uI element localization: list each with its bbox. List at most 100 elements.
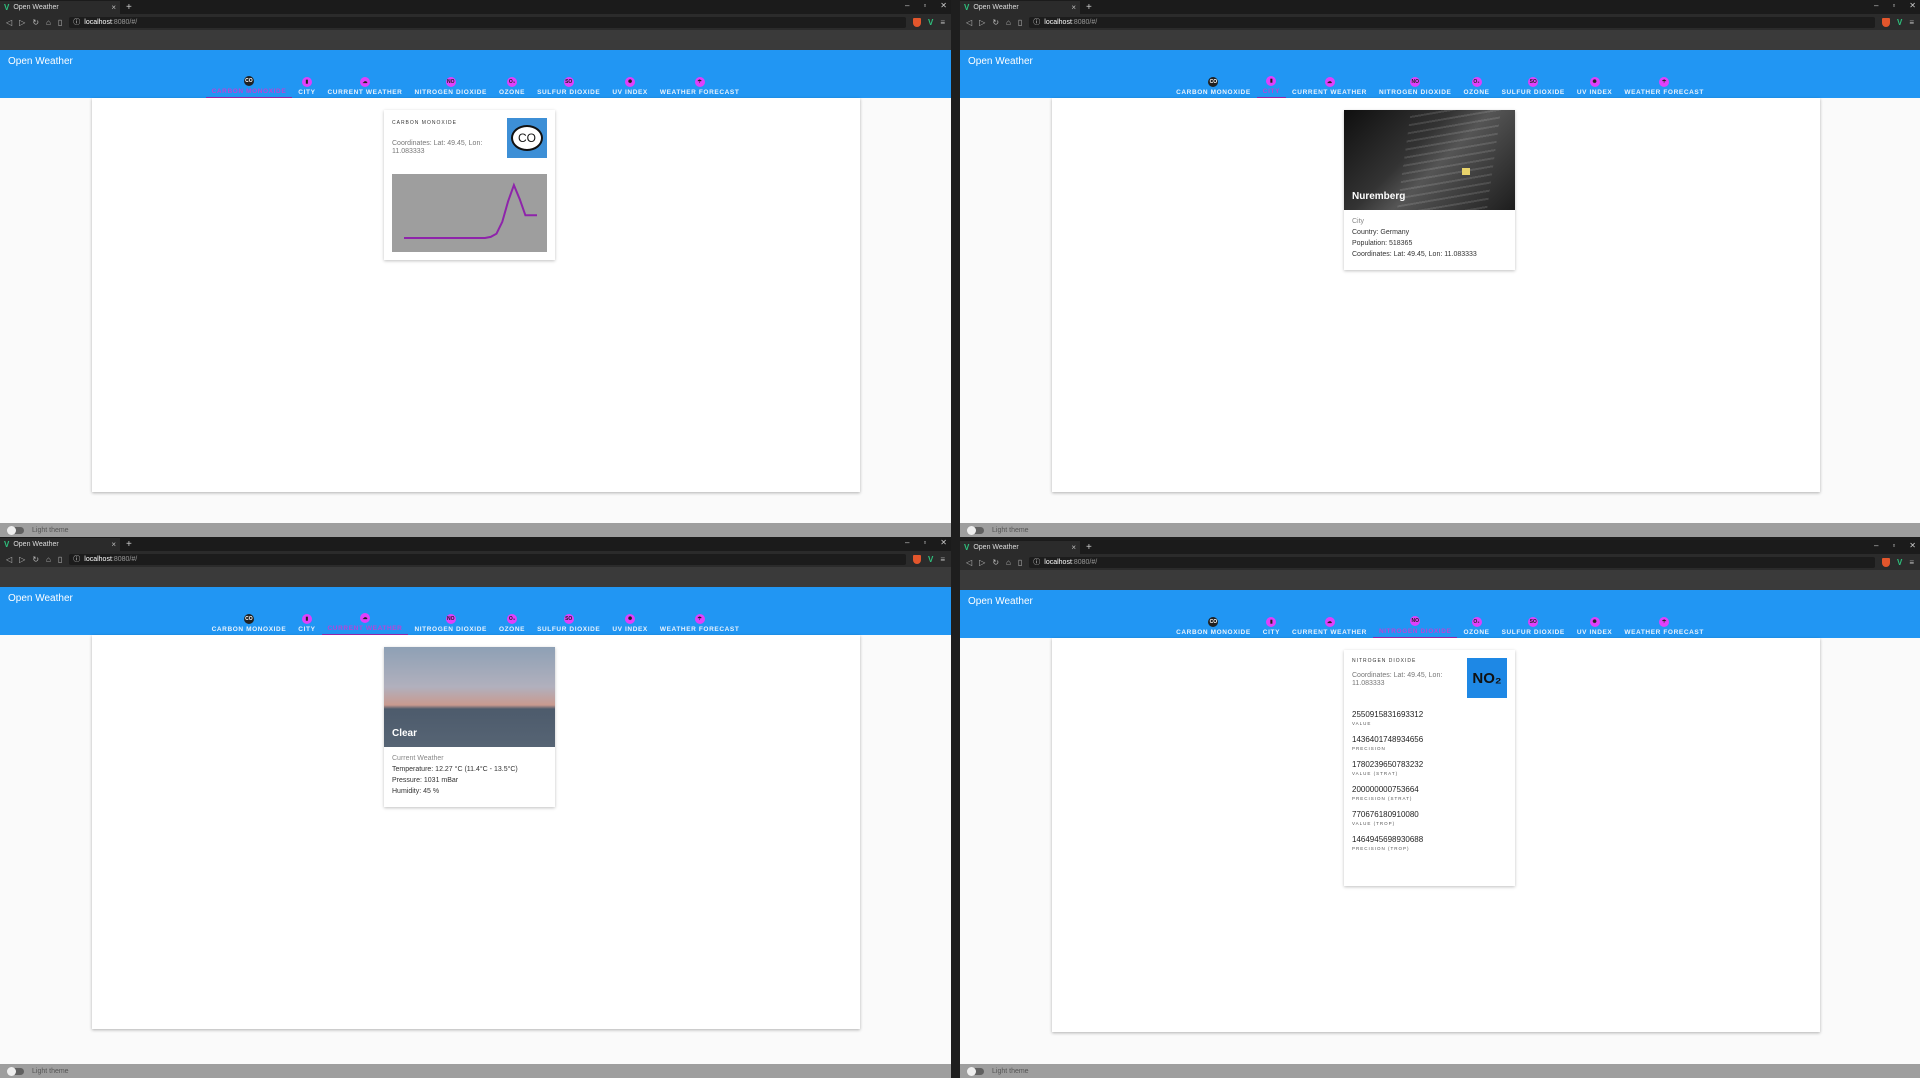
- home-icon[interactable]: ⌂: [1006, 558, 1011, 567]
- close-tab-icon[interactable]: ×: [111, 3, 116, 12]
- minimize-button[interactable]: –: [905, 538, 909, 547]
- browser-tab[interactable]: V Open Weather ×: [960, 541, 1080, 554]
- tab-ozone[interactable]: O₃ OZONE: [493, 72, 531, 98]
- new-tab-button[interactable]: +: [126, 1, 132, 14]
- close-tab-icon[interactable]: ×: [1071, 543, 1076, 552]
- content-panel: NITROGEN DIOXIDE Coordinates: Lat: 49.45…: [1052, 638, 1820, 1032]
- brave-shield-icon[interactable]: [1881, 557, 1890, 567]
- tab-uv-index[interactable]: ✺ UV INDEX: [606, 72, 654, 98]
- tab-ozone[interactable]: O₃ OZONE: [1457, 612, 1495, 638]
- browser-tab[interactable]: V Open Weather ×: [0, 1, 120, 14]
- tab-sulfur-dioxide[interactable]: SO SULFUR DIOXIDE: [531, 609, 606, 635]
- brave-shield-icon[interactable]: [912, 554, 921, 564]
- browser-tab[interactable]: V Open Weather ×: [0, 538, 120, 551]
- tab-nitrogen-dioxide[interactable]: NO NITROGEN DIOXIDE: [408, 72, 492, 98]
- theme-toggle[interactable]: [967, 525, 984, 535]
- tab-ozone[interactable]: O₃ OZONE: [493, 609, 531, 635]
- menu-icon[interactable]: ≡: [940, 555, 945, 564]
- brave-shield-icon[interactable]: [1881, 17, 1890, 27]
- forecast-icon: ☂: [1659, 617, 1670, 627]
- tab-ozone[interactable]: O₃ OZONE: [1457, 72, 1495, 98]
- bookmark-icon[interactable]: ▯: [1018, 18, 1022, 27]
- menu-icon[interactable]: ≡: [1909, 558, 1914, 567]
- tab-weather-forecast[interactable]: ☂ WEATHER FORECAST: [654, 609, 746, 635]
- tab-carbon-monoxide[interactable]: CO CARBON MONOXIDE: [1170, 612, 1257, 638]
- bookmark-icon[interactable]: ▯: [58, 555, 62, 564]
- close-window-button[interactable]: ✕: [940, 538, 947, 547]
- tab-carbon-monoxide[interactable]: CO CARBON MONOXIDE: [206, 609, 293, 635]
- tab-carbon-monoxide[interactable]: CO CARBON MONOXIDE: [1170, 72, 1257, 98]
- tab-carbon-monoxide[interactable]: CO CARBON MONOXIDE: [205, 72, 293, 98]
- menu-icon[interactable]: ≡: [1909, 18, 1914, 27]
- forward-icon[interactable]: ▷: [979, 18, 985, 27]
- menu-icon[interactable]: ≡: [940, 18, 945, 27]
- vue-devtools-icon[interactable]: V: [928, 18, 933, 27]
- back-icon[interactable]: ◁: [966, 18, 972, 27]
- tab-sulfur-dioxide[interactable]: SO SULFUR DIOXIDE: [531, 72, 606, 98]
- tab-current-weather[interactable]: ☁ CURRENT WEATHER: [322, 72, 409, 98]
- forward-icon[interactable]: ▷: [19, 18, 25, 27]
- tab-uv-index[interactable]: ✺ UV INDEX: [1571, 72, 1619, 98]
- minimize-button[interactable]: –: [1874, 1, 1878, 10]
- new-tab-button[interactable]: +: [1086, 1, 1092, 14]
- tab-sulfur-dioxide[interactable]: SO SULFUR DIOXIDE: [1496, 72, 1571, 98]
- browser-tab[interactable]: V Open Weather ×: [960, 1, 1080, 14]
- city-icon: ▮: [1266, 617, 1277, 627]
- reload-icon[interactable]: ↻: [992, 558, 999, 567]
- tab-weather-forecast[interactable]: ☂ WEATHER FORECAST: [654, 72, 746, 98]
- maximize-button[interactable]: ▫: [923, 1, 926, 10]
- reload-icon[interactable]: ↻: [32, 555, 39, 564]
- minimize-button[interactable]: –: [905, 1, 909, 10]
- tab-weather-forecast[interactable]: ☂ WEATHER FORECAST: [1618, 612, 1710, 638]
- tab-city[interactable]: ▮ CITY: [292, 72, 321, 98]
- tab-uv-index[interactable]: ✺ UV INDEX: [606, 609, 654, 635]
- back-icon[interactable]: ◁: [6, 18, 12, 27]
- tab-city[interactable]: ▮ CITY: [1257, 612, 1286, 638]
- brave-shield-icon[interactable]: [912, 17, 921, 27]
- maximize-button[interactable]: ▫: [923, 538, 926, 547]
- url-input[interactable]: ⓘ localhost:8080/#/: [69, 16, 906, 28]
- tab-current-weather[interactable]: ☁ CURRENT WEATHER: [321, 609, 409, 635]
- close-window-button[interactable]: ✕: [1909, 541, 1916, 550]
- tab-weather-forecast[interactable]: ☂ WEATHER FORECAST: [1618, 72, 1710, 98]
- tab-sulfur-dioxide[interactable]: SO SULFUR DIOXIDE: [1496, 612, 1571, 638]
- tab-city[interactable]: ▮ CITY: [292, 609, 321, 635]
- vue-devtools-icon[interactable]: V: [928, 555, 933, 564]
- tab-uv-index[interactable]: ✺ UV INDEX: [1571, 612, 1619, 638]
- forward-icon[interactable]: ▷: [979, 558, 985, 567]
- tab-nitrogen-dioxide[interactable]: NO NITROGEN DIOXIDE: [1373, 72, 1457, 98]
- url-input[interactable]: ⓘ localhost:8080/#/: [1029, 556, 1875, 568]
- maximize-button[interactable]: ▫: [1892, 541, 1895, 550]
- theme-toggle[interactable]: [967, 1066, 984, 1076]
- reload-icon[interactable]: ↻: [992, 18, 999, 27]
- back-icon[interactable]: ◁: [966, 558, 972, 567]
- new-tab-button[interactable]: +: [1086, 541, 1092, 554]
- tab-nitrogen-dioxide[interactable]: NO NITROGEN DIOXIDE: [408, 609, 492, 635]
- theme-toggle[interactable]: [7, 1066, 24, 1076]
- co-line-chart: [404, 182, 537, 239]
- new-tab-button[interactable]: +: [126, 538, 132, 551]
- home-icon[interactable]: ⌂: [46, 555, 51, 564]
- tab-current-weather[interactable]: ☁ CURRENT WEATHER: [1286, 72, 1373, 98]
- home-icon[interactable]: ⌂: [46, 18, 51, 27]
- url-input[interactable]: ⓘ localhost:8080/#/: [69, 553, 906, 565]
- close-tab-icon[interactable]: ×: [111, 540, 116, 549]
- home-icon[interactable]: ⌂: [1006, 18, 1011, 27]
- vue-devtools-icon[interactable]: V: [1897, 18, 1902, 27]
- maximize-button[interactable]: ▫: [1892, 1, 1895, 10]
- reload-icon[interactable]: ↻: [32, 18, 39, 27]
- bookmark-icon[interactable]: ▯: [1018, 558, 1022, 567]
- url-input[interactable]: ⓘ localhost:8080/#/: [1029, 16, 1875, 28]
- back-icon[interactable]: ◁: [6, 555, 12, 564]
- minimize-button[interactable]: –: [1874, 541, 1878, 550]
- forward-icon[interactable]: ▷: [19, 555, 25, 564]
- tab-nitrogen-dioxide[interactable]: NO NITROGEN DIOXIDE: [1372, 612, 1458, 638]
- close-tab-icon[interactable]: ×: [1071, 3, 1076, 12]
- vue-devtools-icon[interactable]: V: [1897, 558, 1902, 567]
- tab-city[interactable]: ▮ CITY: [1256, 72, 1287, 98]
- theme-toggle[interactable]: [7, 525, 24, 535]
- close-window-button[interactable]: ✕: [940, 1, 947, 10]
- close-window-button[interactable]: ✕: [1909, 1, 1916, 10]
- tab-current-weather[interactable]: ☁ CURRENT WEATHER: [1286, 612, 1373, 638]
- bookmark-icon[interactable]: ▯: [58, 18, 62, 27]
